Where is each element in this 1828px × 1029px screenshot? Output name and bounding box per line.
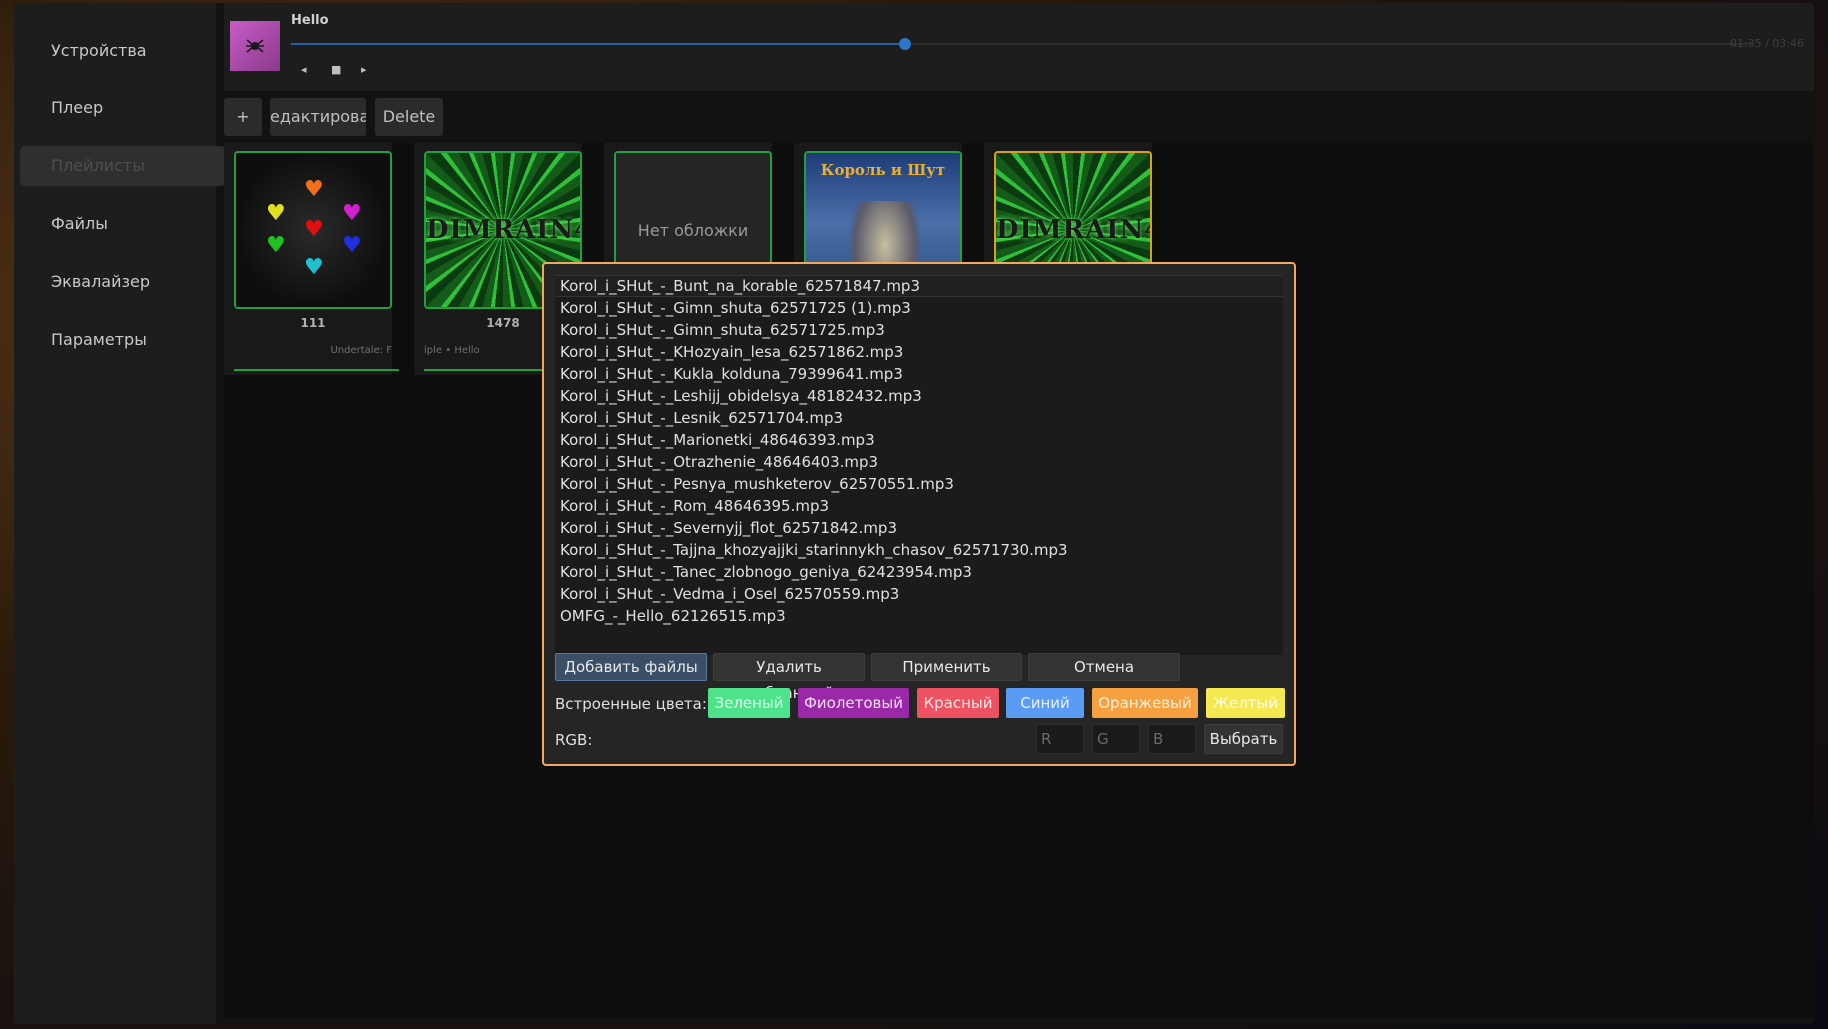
prev-icon[interactable]: ◂ [301,63,307,76]
current-track-cover [230,21,280,71]
color-orange-button[interactable]: Оранжевый [1092,688,1198,718]
file-list-item[interactable]: Korol_i_SHut_-_Gimn_shuta_62571725.mp3 [555,319,1283,341]
seek-bar[interactable] [291,38,1753,50]
heart-icon: ♥ [304,177,324,202]
seek-handle[interactable] [899,38,912,50]
stop-icon[interactable]: ■ [331,63,341,76]
track-title: Hello [291,13,329,28]
apply-button[interactable]: Применить [871,653,1022,681]
color-purple-button[interactable]: Фиолетовый [798,688,909,718]
cover-logo-text: DIMRAIN47 [426,215,580,245]
file-list[interactable]: Korol_i_SHut_-_Bunt_na_korable_62571847.… [555,275,1283,655]
edit-playlist-button[interactable]: едактироват [270,98,366,136]
heart-icon: ♥ [342,233,362,258]
playlist-toolbar: + едактироват Delete [224,91,1814,147]
sidebar-item-player[interactable]: Плеер [20,88,226,128]
builtin-colors-label: Встроенные цвета: [555,695,707,713]
heart-icon: ♥ [266,201,286,226]
file-list-item[interactable]: Korol_i_SHut_-_Leshijj_obidelsya_4818243… [555,385,1283,407]
add-files-button[interactable]: Добавить файлы [555,653,707,681]
file-list-item[interactable]: Korol_i_SHut_-_Lesnik_62571704.mp3 [555,407,1283,429]
cover-logo-text: DIMRAIN47 [996,215,1150,245]
sidebar: Устройства Плеер Плейлисты Файлы Эквалай… [14,3,226,1024]
heart-icon: ♥ [342,201,362,226]
playlist-subtitle: Undertale: F [330,345,392,356]
playlist-cover: ♥ ♥ ♥ ♥ ♥ ♥ ♥ [234,151,392,309]
file-list-item[interactable]: Korol_i_SHut_-_Tanec_zlobnogo_geniya_624… [555,561,1283,583]
blue-input[interactable] [1148,724,1196,754]
cover-logo-text: Король и Шут [820,161,946,179]
seek-bar-fill [291,43,906,45]
playlist-name: 111 [300,316,326,330]
spider-icon [246,39,264,53]
rgb-label: RGB: [555,731,593,749]
cancel-button[interactable]: Отмена [1028,653,1180,681]
sidebar-item-equalizer[interactable]: Эквалайзер [20,262,226,302]
file-list-item[interactable]: OMFG_-_Hello_62126515.mp3 [555,605,1283,627]
time-readout: 01:35 / 03:46 [1729,37,1804,50]
player-bar: Hello 01:35 / 03:46 ◂ ■ ▸ [224,3,1814,91]
sidebar-item-settings[interactable]: Параметры [20,320,226,360]
edit-playlist-dialog: Korol_i_SHut_-_Bunt_na_korable_62571847.… [542,262,1296,766]
file-list-item[interactable]: Korol_i_SHut_-_Kukla_kolduna_79399641.mp… [555,363,1283,385]
pick-color-button[interactable]: Выбрать [1204,724,1283,754]
file-list-item[interactable]: Korol_i_SHut_-_Vedma_i_Osel_62570559.mp3 [555,583,1283,605]
file-list-item[interactable]: Korol_i_SHut_-_Gimn_shuta_62571725 (1).m… [555,297,1283,319]
card-accent-line [234,369,399,371]
heart-icon: ♥ [266,233,286,258]
next-icon[interactable]: ▸ [361,63,367,76]
sidebar-item-files[interactable]: Файлы [20,204,226,244]
file-list-item[interactable]: Korol_i_SHut_-_Otrazhenie_48646403.mp3 [555,451,1283,473]
color-blue-button[interactable]: Синий [1006,688,1084,718]
file-list-item[interactable]: Korol_i_SHut_-_Severnyjj_flot_62571842.m… [555,517,1283,539]
remove-selected-button[interactable]: Удалить выбранный [713,653,865,702]
file-list-item[interactable]: Korol_i_SHut_-_Marionetki_48646393.mp3 [555,429,1283,451]
heart-icon: ♥ [304,255,324,280]
playlist-card[interactable]: ♥ ♥ ♥ ♥ ♥ ♥ ♥ 111 Undertale: F [224,143,399,375]
heart-icon: ♥ [304,217,324,242]
add-playlist-button[interactable]: + [224,98,262,136]
file-list-item[interactable]: Korol_i_SHut_-_Pesnya_mushketerov_625705… [555,473,1283,495]
green-input[interactable] [1092,724,1140,754]
file-list-item[interactable]: Korol_i_SHut_-_KHozyain_lesa_62571862.mp… [555,341,1283,363]
red-input[interactable] [1036,724,1084,754]
delete-playlist-button[interactable]: Delete [375,98,443,136]
sidebar-item-devices[interactable]: Устройства [20,31,226,71]
sidebar-item-playlists[interactable]: Плейлисты [20,146,226,186]
file-list-item[interactable]: Korol_i_SHut_-_Bunt_na_korable_62571847.… [555,275,1283,297]
file-list-item[interactable]: Korol_i_SHut_-_Rom_48646395.mp3 [555,495,1283,517]
file-list-item[interactable]: Korol_i_SHut_-_Tajjna_khozyajjki_starinn… [555,539,1283,561]
color-green-button[interactable]: Зеленый [708,688,790,718]
color-red-button[interactable]: Красный [917,688,999,718]
color-yellow-button[interactable]: Желтый [1206,688,1285,718]
